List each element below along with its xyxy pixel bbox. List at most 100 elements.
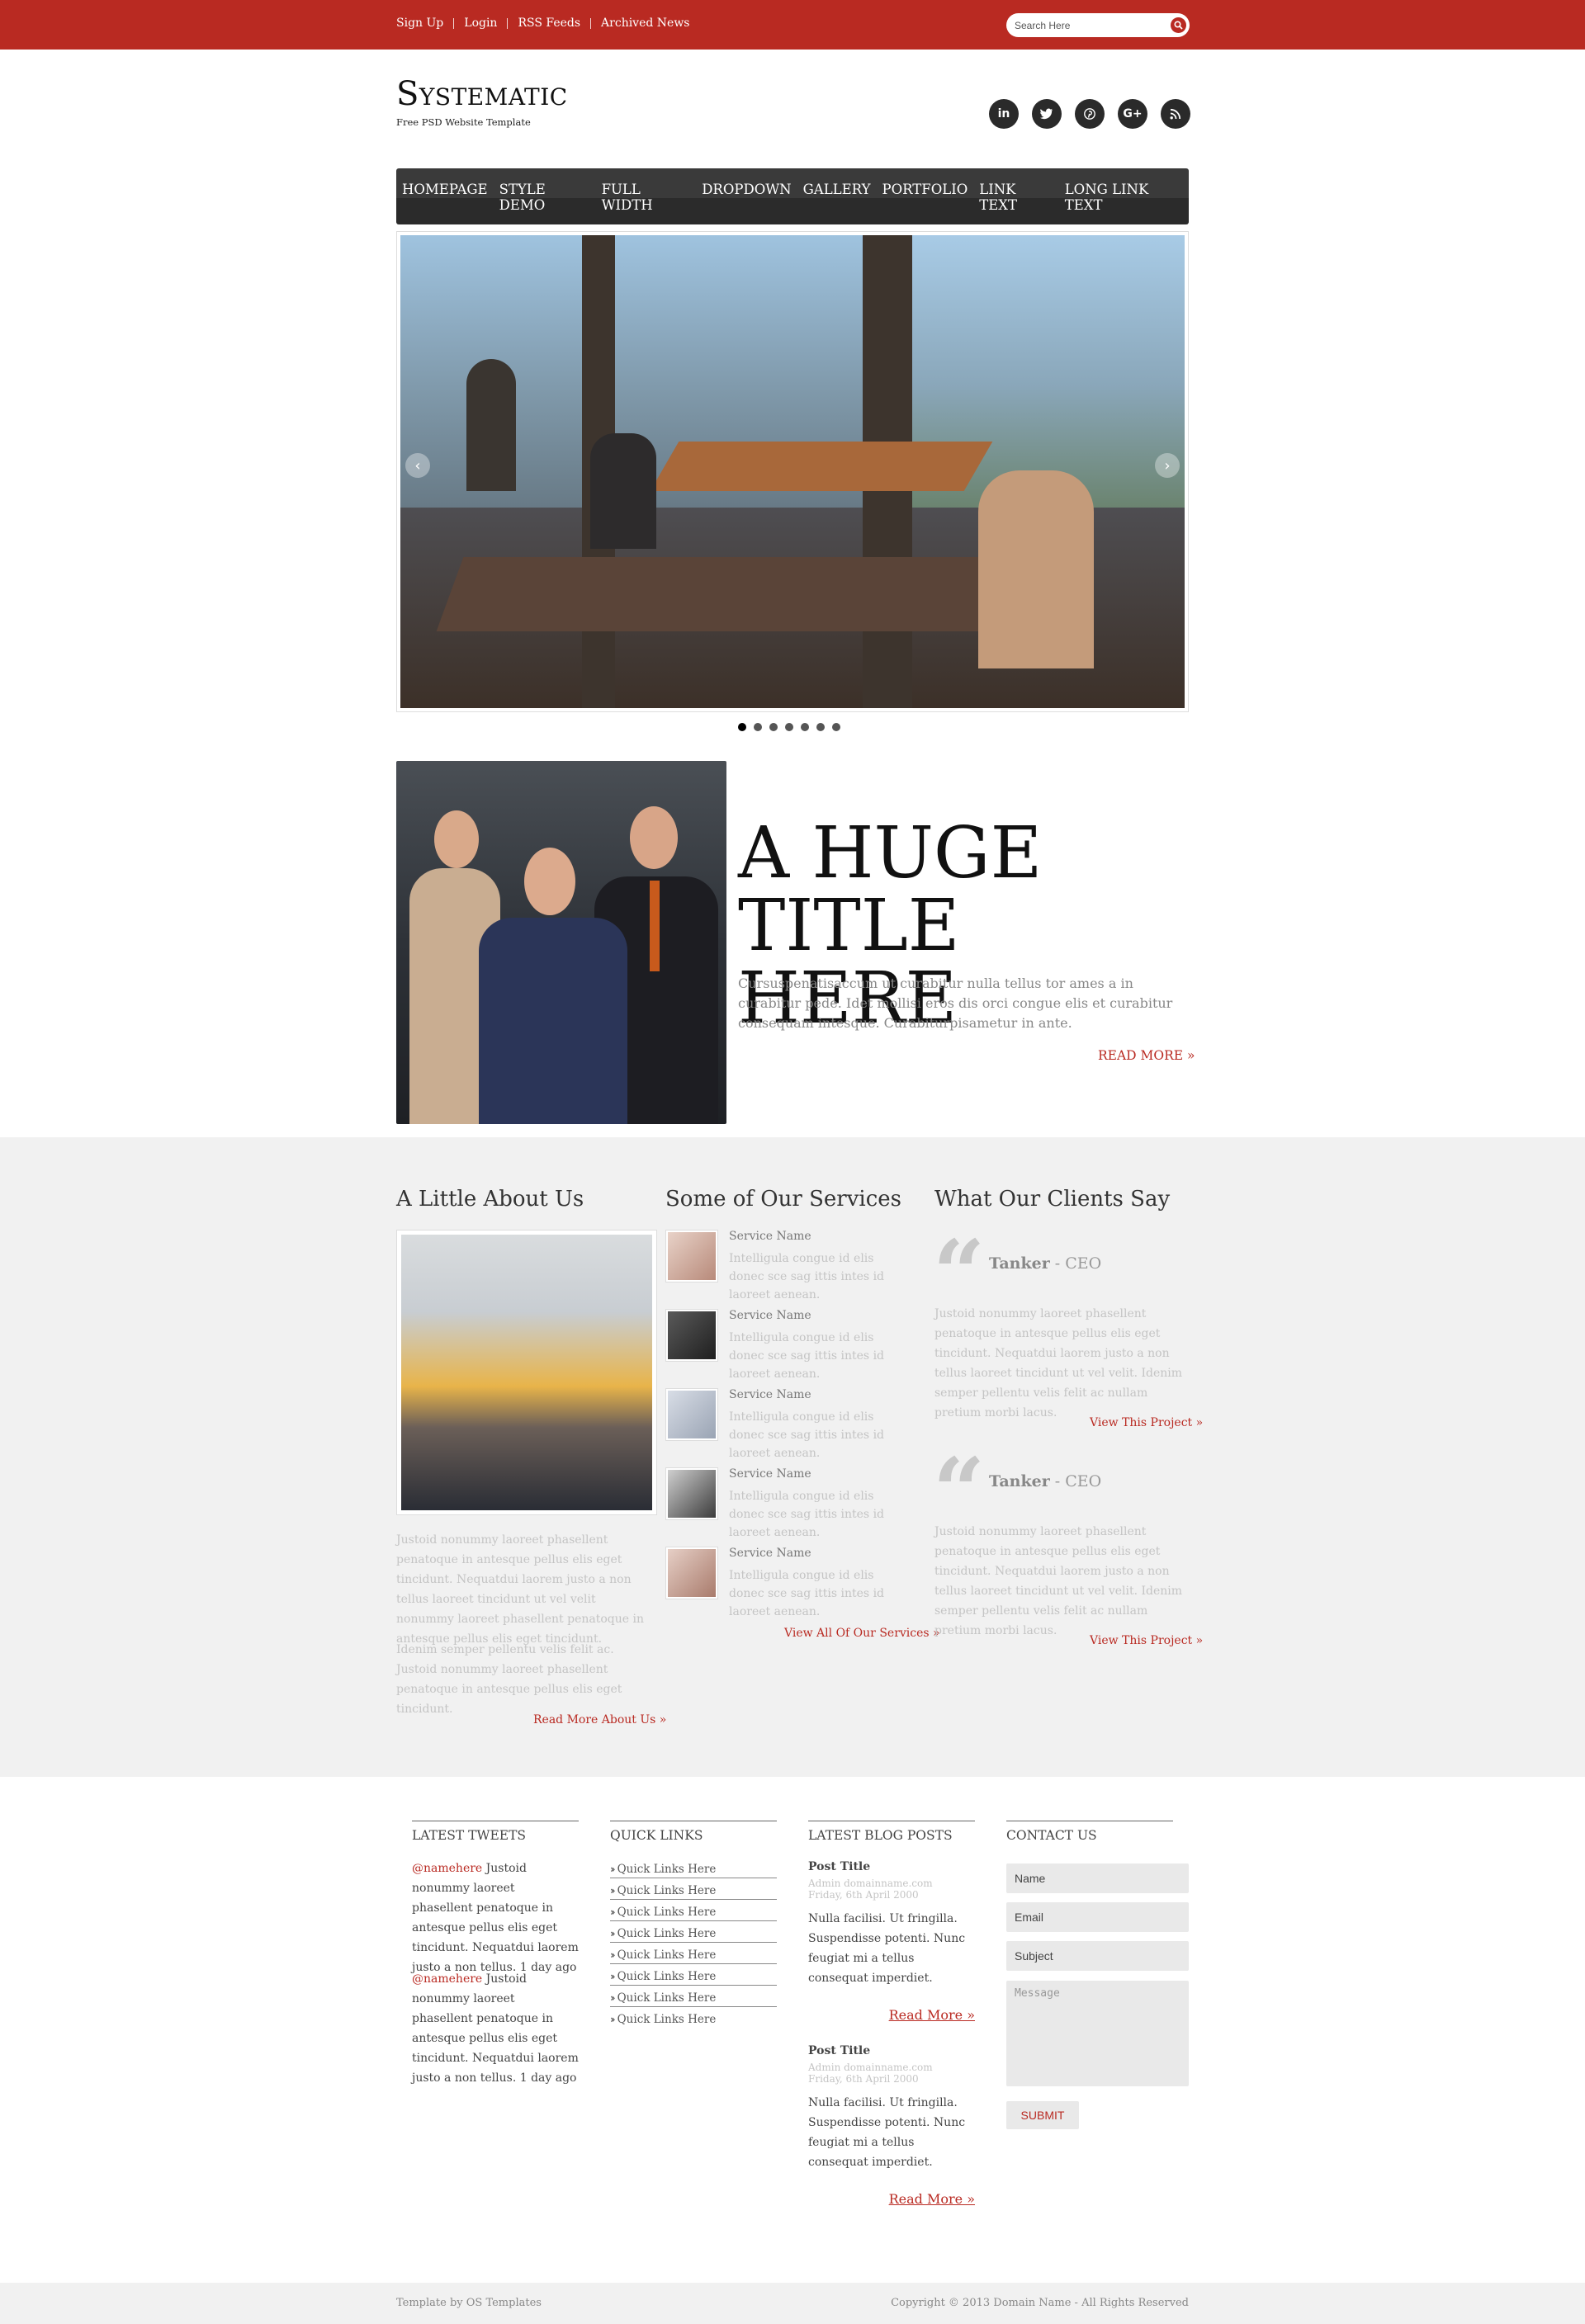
latest-tweets-title: Latest Tweets (412, 1821, 579, 1843)
about-paragraph-2: Idenim semper pellentu velis felit ac. J… (396, 1643, 622, 1716)
post-read-more-link[interactable]: Read More » (889, 2007, 975, 2023)
separator (590, 17, 592, 29)
service-item[interactable]: Service Name Intelligula congue id elis … (665, 1467, 930, 1539)
latest-blog-posts-title: Latest Blog Posts (808, 1821, 975, 1843)
quick-link[interactable]: ›› Quick Links Here (610, 1943, 777, 1964)
contact-submit-button[interactable]: SUBMIT (1006, 2101, 1079, 2129)
post-title[interactable]: Post Title (808, 1860, 975, 1873)
service-name: Service Name (729, 1230, 811, 1243)
social-icons: in G+ (989, 99, 1190, 129)
service-item[interactable]: Service Name Intelligula congue id elis … (665, 1230, 930, 1301)
quick-link[interactable]: ›› Quick Links Here (610, 2007, 777, 2029)
login-link[interactable]: Login (464, 17, 497, 30)
post-read-more-link[interactable]: Read More » (889, 2191, 975, 2207)
rss-icon[interactable] (1161, 99, 1190, 129)
service-item[interactable]: Service Name Intelligula congue id elis … (665, 1309, 930, 1381)
service-item[interactable]: Service Name Intelligula congue id elis … (665, 1388, 930, 1460)
person-head (524, 848, 575, 915)
slider-dot[interactable] (832, 723, 840, 731)
slider-prev-arrow[interactable]: ‹ (405, 453, 430, 478)
quick-link-label: Quick Links Here (617, 1905, 717, 1919)
tweet-handle[interactable]: @namehere (412, 1972, 482, 1986)
bottom-bar: Template by OS Templates Copyright © 201… (0, 2283, 1585, 2324)
slider-dot-active[interactable] (738, 723, 746, 731)
site-tagline: Free PSD Website Template (396, 116, 531, 128)
service-item[interactable]: Service Name Intelligula congue id elis … (665, 1547, 930, 1618)
about-heading: A Little About Us (396, 1187, 584, 1212)
slider-pagination (738, 723, 840, 731)
desk (436, 557, 1042, 631)
slider-dot[interactable] (769, 723, 778, 731)
twitter-icon[interactable] (1032, 99, 1062, 129)
view-project-link[interactable]: View This Project » (1090, 1634, 1203, 1647)
person-figure (479, 918, 627, 1124)
services-heading: Some of Our Services (665, 1187, 901, 1212)
view-all-services-link[interactable]: View All Of Our Services » (784, 1627, 940, 1640)
quick-link[interactable]: ›› Quick Links Here (610, 1964, 777, 1986)
image-slider: ‹ › (396, 231, 1189, 712)
feature-text: Cursuspenatisaccum ut curabitur nulla te… (738, 975, 1173, 1031)
post-title[interactable]: Post Title (808, 2044, 975, 2057)
quick-link-label: Quick Links Here (617, 1991, 717, 2005)
view-project-link[interactable]: View This Project » (1090, 1416, 1203, 1429)
nav-long-link-text[interactable]: Long Link Text (1065, 182, 1183, 213)
service-thumbnail (665, 1230, 718, 1282)
quick-link[interactable]: ›› Quick Links Here (610, 1986, 777, 2007)
office-photo (401, 1235, 652, 1510)
copyright-text: Copyright © 2013 Domain Name - All Right… (891, 2297, 1189, 2309)
service-desc: Intelligula congue id elis donec sce sag… (729, 1252, 885, 1301)
testimonial-author: Tanker - CEO (989, 1472, 1101, 1490)
nav-link-text[interactable]: Link Text (979, 182, 1053, 213)
rss-feeds-link[interactable]: RSS Feeds (518, 17, 580, 30)
tweet-text: Justoid nonummy laoreet phasellent penat… (412, 1972, 579, 2085)
slider-dot[interactable] (785, 723, 793, 731)
quick-links-title: Quick Links (610, 1821, 777, 1843)
signup-link[interactable]: Sign Up (396, 17, 443, 30)
quick-link[interactable]: ›› Quick Links Here (610, 1857, 777, 1878)
contact-email-field[interactable] (1006, 1902, 1189, 1932)
contact-name-field[interactable] (1006, 1863, 1189, 1893)
quick-link[interactable]: ›› Quick Links Here (610, 1900, 777, 1921)
quick-link-label: Quick Links Here (617, 1862, 717, 1876)
client-role: - CEO (1049, 1254, 1102, 1273)
slider-dot[interactable] (754, 723, 762, 731)
top-links: Sign Up Login RSS Feeds Archived News (396, 17, 690, 30)
tweet-item: @namehere Justoid nonummy laoreet phasel… (412, 1969, 579, 2088)
double-chevron-icon: ›› (610, 1906, 615, 1918)
slider-next-arrow[interactable]: › (1155, 453, 1180, 478)
nav-style-demo[interactable]: Style Demo (499, 182, 590, 213)
nav-portfolio[interactable]: Portfolio (882, 182, 968, 197)
slider-dot[interactable] (816, 723, 825, 731)
feature-image-team (396, 761, 726, 1124)
quick-link[interactable]: ›› Quick Links Here (610, 1878, 777, 1900)
service-thumbnail (665, 1388, 718, 1441)
site-logo[interactable]: Systematic (396, 78, 568, 111)
nav-dropdown[interactable]: Dropdown (702, 182, 791, 197)
template-credit: Template by OS Templates (396, 2297, 542, 2309)
quick-links-list: ›› Quick Links Here ›› Quick Links Here ››… (610, 1857, 777, 2029)
service-name: Service Name (729, 1547, 811, 1560)
separator (507, 17, 509, 29)
slider-dot[interactable] (801, 723, 809, 731)
nav-homepage[interactable]: Homepage (402, 182, 488, 197)
testimonial-text: Justoid nonummy laoreet phasellent penat… (934, 1525, 1183, 1637)
contact-message-field[interactable] (1006, 1981, 1189, 2086)
nav-full-width[interactable]: Full Width (602, 182, 691, 213)
feature-read-more-link[interactable]: READ MORE » (1098, 1048, 1195, 1063)
linkedin-icon[interactable]: in (989, 99, 1019, 129)
tweet-handle[interactable]: @namehere (412, 1862, 482, 1875)
post-author: Admin domainname.com (808, 1878, 933, 1889)
quick-link[interactable]: ›› Quick Links Here (610, 1921, 777, 1943)
service-desc: Intelligula congue id elis donec sce sag… (729, 1569, 885, 1618)
nav-gallery[interactable]: Gallery (803, 182, 871, 197)
read-more-about-link[interactable]: Read More About Us » (533, 1713, 666, 1726)
search-input[interactable] (1015, 19, 1163, 31)
person-head (434, 810, 479, 868)
pinterest-icon[interactable] (1075, 99, 1105, 129)
quick-link-label: Quick Links Here (617, 1926, 717, 1940)
search-button[interactable] (1171, 17, 1186, 33)
contact-subject-field[interactable] (1006, 1941, 1189, 1971)
archived-news-link[interactable]: Archived News (601, 17, 689, 30)
google-plus-icon[interactable]: G+ (1118, 99, 1147, 129)
tie (650, 881, 660, 971)
